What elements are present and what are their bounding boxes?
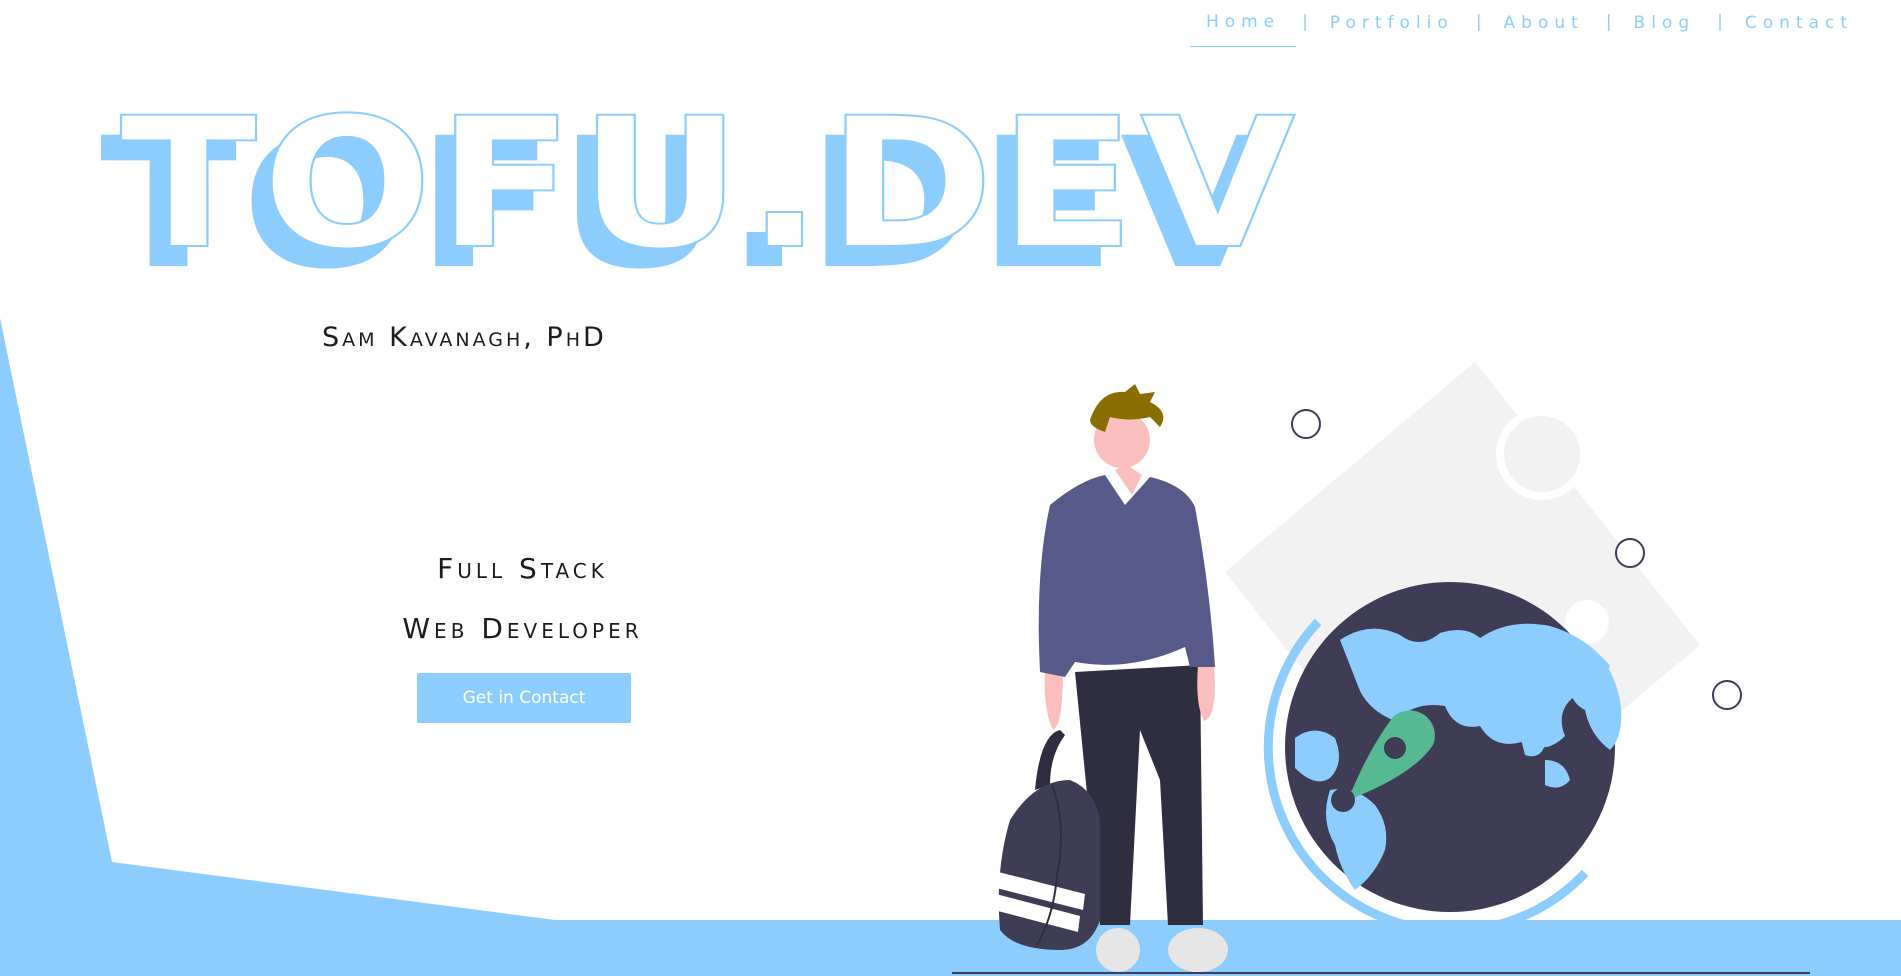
top-nav: Home | Portfolio | About | Blog | Contac… [1189, 8, 1869, 47]
logo-text: TOFU.DEV [120, 90, 1300, 280]
nav-home[interactable]: Home [1189, 8, 1297, 47]
backpack-icon [971, 730, 1100, 950]
role-line-1: Full Stack [437, 552, 608, 585]
role-line-2: Web Developer [402, 612, 643, 645]
nav-blog[interactable]: Blog [1618, 9, 1712, 47]
deco-circle [1291, 409, 1321, 439]
deco-circle [1712, 680, 1742, 710]
nav-separator: | [1475, 11, 1482, 32]
get-in-contact-button[interactable]: Get in Contact [417, 673, 631, 723]
author-name: Sam Kavanagh, PhD [322, 322, 607, 353]
nav-about[interactable]: About [1488, 9, 1600, 47]
nav-separator: | [1605, 11, 1612, 32]
person-illustration [971, 384, 1228, 972]
nav-separator: | [1717, 11, 1723, 32]
site-logo: TOFU.DEV TOFU.DEV [100, 90, 1300, 280]
nav-contact[interactable]: Contact [1729, 9, 1869, 47]
nav-portfolio[interactable]: Portfolio [1314, 9, 1470, 47]
nav-separator: | [1302, 11, 1308, 32]
deco-circle [1615, 538, 1645, 568]
